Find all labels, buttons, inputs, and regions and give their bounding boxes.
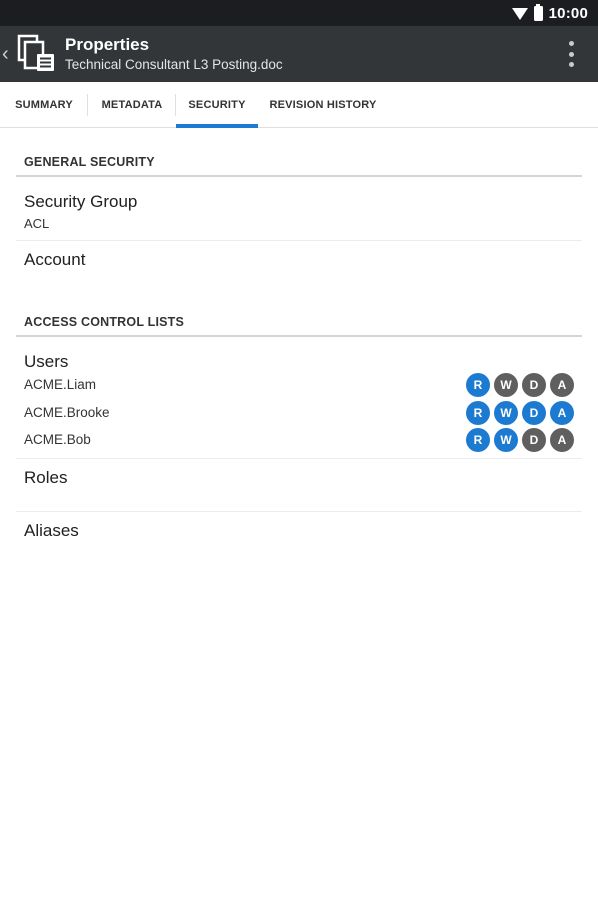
- document-name: Technical Consultant L3 Posting.doc: [65, 57, 283, 72]
- permission-badge-a[interactable]: A: [550, 373, 574, 397]
- overflow-menu-icon[interactable]: [568, 41, 574, 67]
- app-bar: ‹ Properties Technical Consultant L3 Pos…: [0, 26, 598, 82]
- access-control-header: ACCESS CONTROL LISTS: [16, 313, 582, 337]
- general-security-heading: GENERAL SECURITY: [24, 155, 155, 169]
- roles-label[interactable]: Roles: [24, 468, 67, 488]
- tab-summary[interactable]: SUMMARY: [0, 82, 88, 128]
- wifi-icon: [511, 8, 528, 20]
- aliases-label[interactable]: Aliases: [24, 521, 79, 541]
- permissions-group: RWDA: [466, 401, 574, 425]
- security-group-label: Security Group: [24, 192, 138, 211]
- permissions-group: RWDA: [466, 373, 574, 397]
- page-title: Properties: [65, 35, 150, 54]
- divider: [16, 511, 582, 512]
- divider: [16, 458, 582, 459]
- permission-badge-r[interactable]: R: [466, 373, 490, 397]
- divider: [16, 240, 582, 241]
- status-bar: 10:00: [0, 0, 598, 26]
- permission-badge-r[interactable]: R: [466, 401, 490, 425]
- clock: 10:00: [548, 4, 588, 22]
- permission-badge-w[interactable]: W: [494, 401, 518, 425]
- permission-badge-d[interactable]: D: [522, 373, 546, 397]
- user-name: ACME.Brooke: [24, 405, 110, 420]
- permission-badge-a[interactable]: A: [550, 428, 574, 452]
- account-label[interactable]: Account: [24, 250, 85, 270]
- documents-icon[interactable]: [16, 34, 56, 74]
- back-chevron-icon[interactable]: ‹: [2, 41, 14, 67]
- permission-badge-w[interactable]: W: [494, 428, 518, 452]
- permission-badge-w[interactable]: W: [494, 373, 518, 397]
- tab-security[interactable]: SECURITY: [176, 82, 258, 128]
- security-group-value: ACL: [24, 216, 50, 231]
- general-security-header: GENERAL SECURITY: [16, 153, 582, 177]
- user-name: ACME.Liam: [24, 377, 97, 392]
- permissions-group: RWDA: [466, 428, 574, 452]
- tab-revision-history[interactable]: REVISION HISTORY: [258, 82, 388, 128]
- tab-bar: SUMMARY METADATA SECURITY REVISION HISTO…: [0, 82, 598, 128]
- tab-metadata[interactable]: METADATA: [88, 82, 176, 128]
- access-control-heading: ACCESS CONTROL LISTS: [24, 315, 185, 329]
- permission-badge-r[interactable]: R: [466, 428, 490, 452]
- user-name: ACME.Bob: [24, 432, 91, 447]
- permission-badge-d[interactable]: D: [522, 401, 546, 425]
- battery-icon: [533, 3, 543, 21]
- permission-badge-a[interactable]: A: [550, 401, 574, 425]
- users-label: Users: [24, 352, 69, 371]
- permission-badge-d[interactable]: D: [522, 428, 546, 452]
